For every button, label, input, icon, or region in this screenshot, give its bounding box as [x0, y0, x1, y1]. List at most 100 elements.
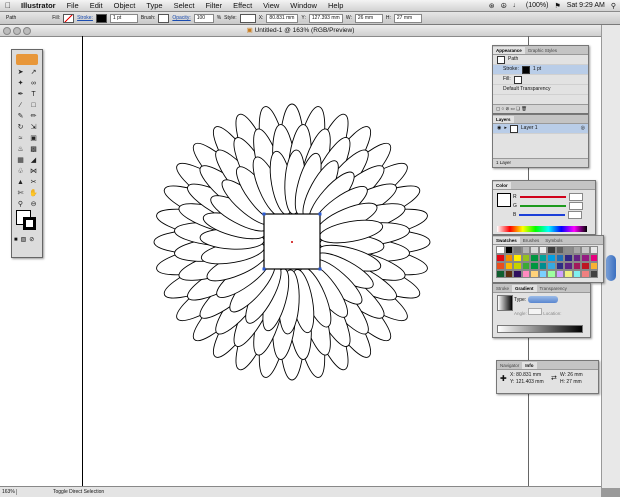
color-swatch[interactable]	[555, 254, 564, 262]
y-field[interactable]: 127.393 mm	[308, 13, 343, 23]
color-swatch[interactable]	[564, 270, 573, 278]
color-swatch[interactable]	[521, 254, 530, 262]
color-swatch[interactable]	[547, 270, 556, 278]
eyedropper-tool-icon[interactable]: ♧	[14, 166, 27, 177]
bluetooth-icon[interactable]: ⊛	[489, 2, 495, 10]
color-spectrum[interactable]	[497, 226, 587, 232]
menu-type[interactable]: Type	[146, 1, 162, 10]
battery-status[interactable]: (100%)	[526, 2, 549, 9]
color-swatch[interactable]	[564, 262, 573, 270]
zoom-field[interactable]: 163%	[0, 489, 17, 495]
color-swatch[interactable]	[496, 254, 505, 262]
symbol-sprayer-tool-icon[interactable]: ♨	[14, 144, 27, 155]
tab-appearance[interactable]: Appearance	[493, 47, 525, 54]
tab-graphic-styles[interactable]: Graphic Styles	[525, 47, 560, 54]
color-swatch[interactable]	[589, 254, 598, 262]
color-swatch[interactable]	[589, 262, 598, 270]
color-swatch[interactable]	[581, 270, 590, 278]
color-swatch[interactable]	[513, 270, 522, 278]
slice-tool-icon[interactable]: ✂	[27, 177, 40, 188]
gradient-tool-icon[interactable]: ◢	[27, 155, 40, 166]
slider-b[interactable]: B	[493, 210, 595, 219]
track-g[interactable]	[519, 204, 566, 207]
color-swatch[interactable]	[555, 246, 564, 254]
menu-edit[interactable]: Edit	[90, 1, 103, 10]
scale-tool-icon[interactable]: ⇲	[27, 122, 40, 133]
color-swatch[interactable]	[504, 246, 513, 254]
menu-file[interactable]: File	[67, 1, 79, 10]
color-swatch[interactable]	[581, 262, 590, 270]
expand-triangle-icon[interactable]: ▸	[504, 124, 507, 133]
opacity-field[interactable]: 100	[193, 13, 214, 23]
apple-icon[interactable]: 	[5, 1, 15, 10]
fill-swatch[interactable]	[63, 13, 75, 23]
color-swatch[interactable]	[538, 262, 547, 270]
track-b[interactable]	[519, 213, 566, 216]
color-swatch[interactable]	[530, 246, 539, 254]
stroke-box[interactable]	[23, 217, 36, 230]
color-swatch[interactable]	[564, 254, 573, 262]
color-swatch[interactable]	[581, 246, 590, 254]
color-swatch[interactable]	[530, 270, 539, 278]
tab-transparency[interactable]: Transparency	[537, 285, 570, 292]
direct-selection-tool-icon[interactable]: ↗	[27, 67, 40, 78]
color-swatch[interactable]	[581, 254, 590, 262]
free-transform-tool-icon[interactable]: ▣	[27, 133, 40, 144]
color-swatch[interactable]	[513, 262, 522, 270]
paintbrush-tool-icon[interactable]: ✎	[14, 111, 27, 122]
menu-illustrator[interactable]: Illustrator	[21, 1, 56, 10]
value-r[interactable]	[568, 192, 583, 201]
track-r[interactable]	[519, 195, 566, 198]
color-swatch[interactable]	[572, 262, 581, 270]
warp-tool-icon[interactable]: ≈	[14, 133, 27, 144]
layer-row[interactable]: ◉ ▸ Layer 1 ◎	[493, 124, 588, 134]
color-swatch[interactable]	[521, 270, 530, 278]
tab-layers[interactable]: Layers	[493, 116, 514, 123]
graph-tool-icon[interactable]: ▩	[27, 144, 40, 155]
color-swatch[interactable]	[572, 246, 581, 254]
tab-swatches[interactable]: Swatches	[493, 237, 520, 244]
color-swatch[interactable]	[538, 270, 547, 278]
color-swatch[interactable]	[513, 246, 522, 254]
status-text[interactable]: Toggle Direct Selection	[17, 489, 104, 495]
selection-tool-icon[interactable]: ➤	[14, 67, 27, 78]
stroke-weight-field[interactable]: 1 pt	[109, 13, 138, 23]
color-swatch[interactable]	[547, 254, 556, 262]
tab-stroke[interactable]: Stroke	[493, 285, 512, 292]
color-swatch[interactable]	[530, 254, 539, 262]
zoom-tool-icon[interactable]: ⚲	[14, 199, 27, 210]
layer-target-icon[interactable]: ◎	[581, 124, 585, 133]
visibility-eye-icon[interactable]: ◉	[497, 124, 501, 133]
color-swatch[interactable]	[504, 270, 513, 278]
tab-info[interactable]: Info	[522, 362, 537, 369]
value-g[interactable]	[568, 201, 583, 210]
close-window-button[interactable]	[3, 27, 11, 35]
color-swatch[interactable]	[572, 254, 581, 262]
color-swatch[interactable]	[496, 246, 505, 254]
h-field[interactable]: 27 mm	[393, 13, 422, 23]
zoom-out-tool-icon[interactable]: ⊖	[27, 199, 40, 210]
tab-color[interactable]: Color	[493, 182, 511, 189]
mesh-tool-icon[interactable]: ▦	[14, 155, 27, 166]
magic-wand-tool-icon[interactable]: ✦	[14, 78, 27, 89]
type-tool-icon[interactable]: T	[27, 89, 40, 100]
menu-select[interactable]: Select	[174, 1, 195, 10]
appearance-stroke-row[interactable]: Stroke: 1 pt	[493, 65, 588, 75]
hand-tool-icon[interactable]: ✋	[27, 188, 40, 199]
zoom-window-button[interactable]	[23, 27, 31, 35]
color-swatch[interactable]	[504, 262, 513, 270]
gradient-slider-bar[interactable]	[497, 325, 583, 333]
rotate-tool-icon[interactable]: ↻	[14, 122, 27, 133]
minimize-window-button[interactable]	[13, 27, 21, 35]
brush-picker[interactable]	[158, 13, 170, 23]
color-swatch[interactable]	[504, 254, 513, 262]
color-swatch[interactable]	[538, 246, 547, 254]
color-swatch[interactable]	[589, 246, 598, 254]
menu-filter[interactable]: Filter	[205, 1, 222, 10]
color-swatch[interactable]	[547, 246, 556, 254]
w-field[interactable]: 26 mm	[354, 13, 383, 23]
scissors-tool-icon[interactable]: ✄	[14, 188, 27, 199]
style-picker[interactable]	[239, 13, 256, 23]
menu-help[interactable]: Help	[328, 1, 343, 10]
color-swatch[interactable]	[538, 254, 547, 262]
